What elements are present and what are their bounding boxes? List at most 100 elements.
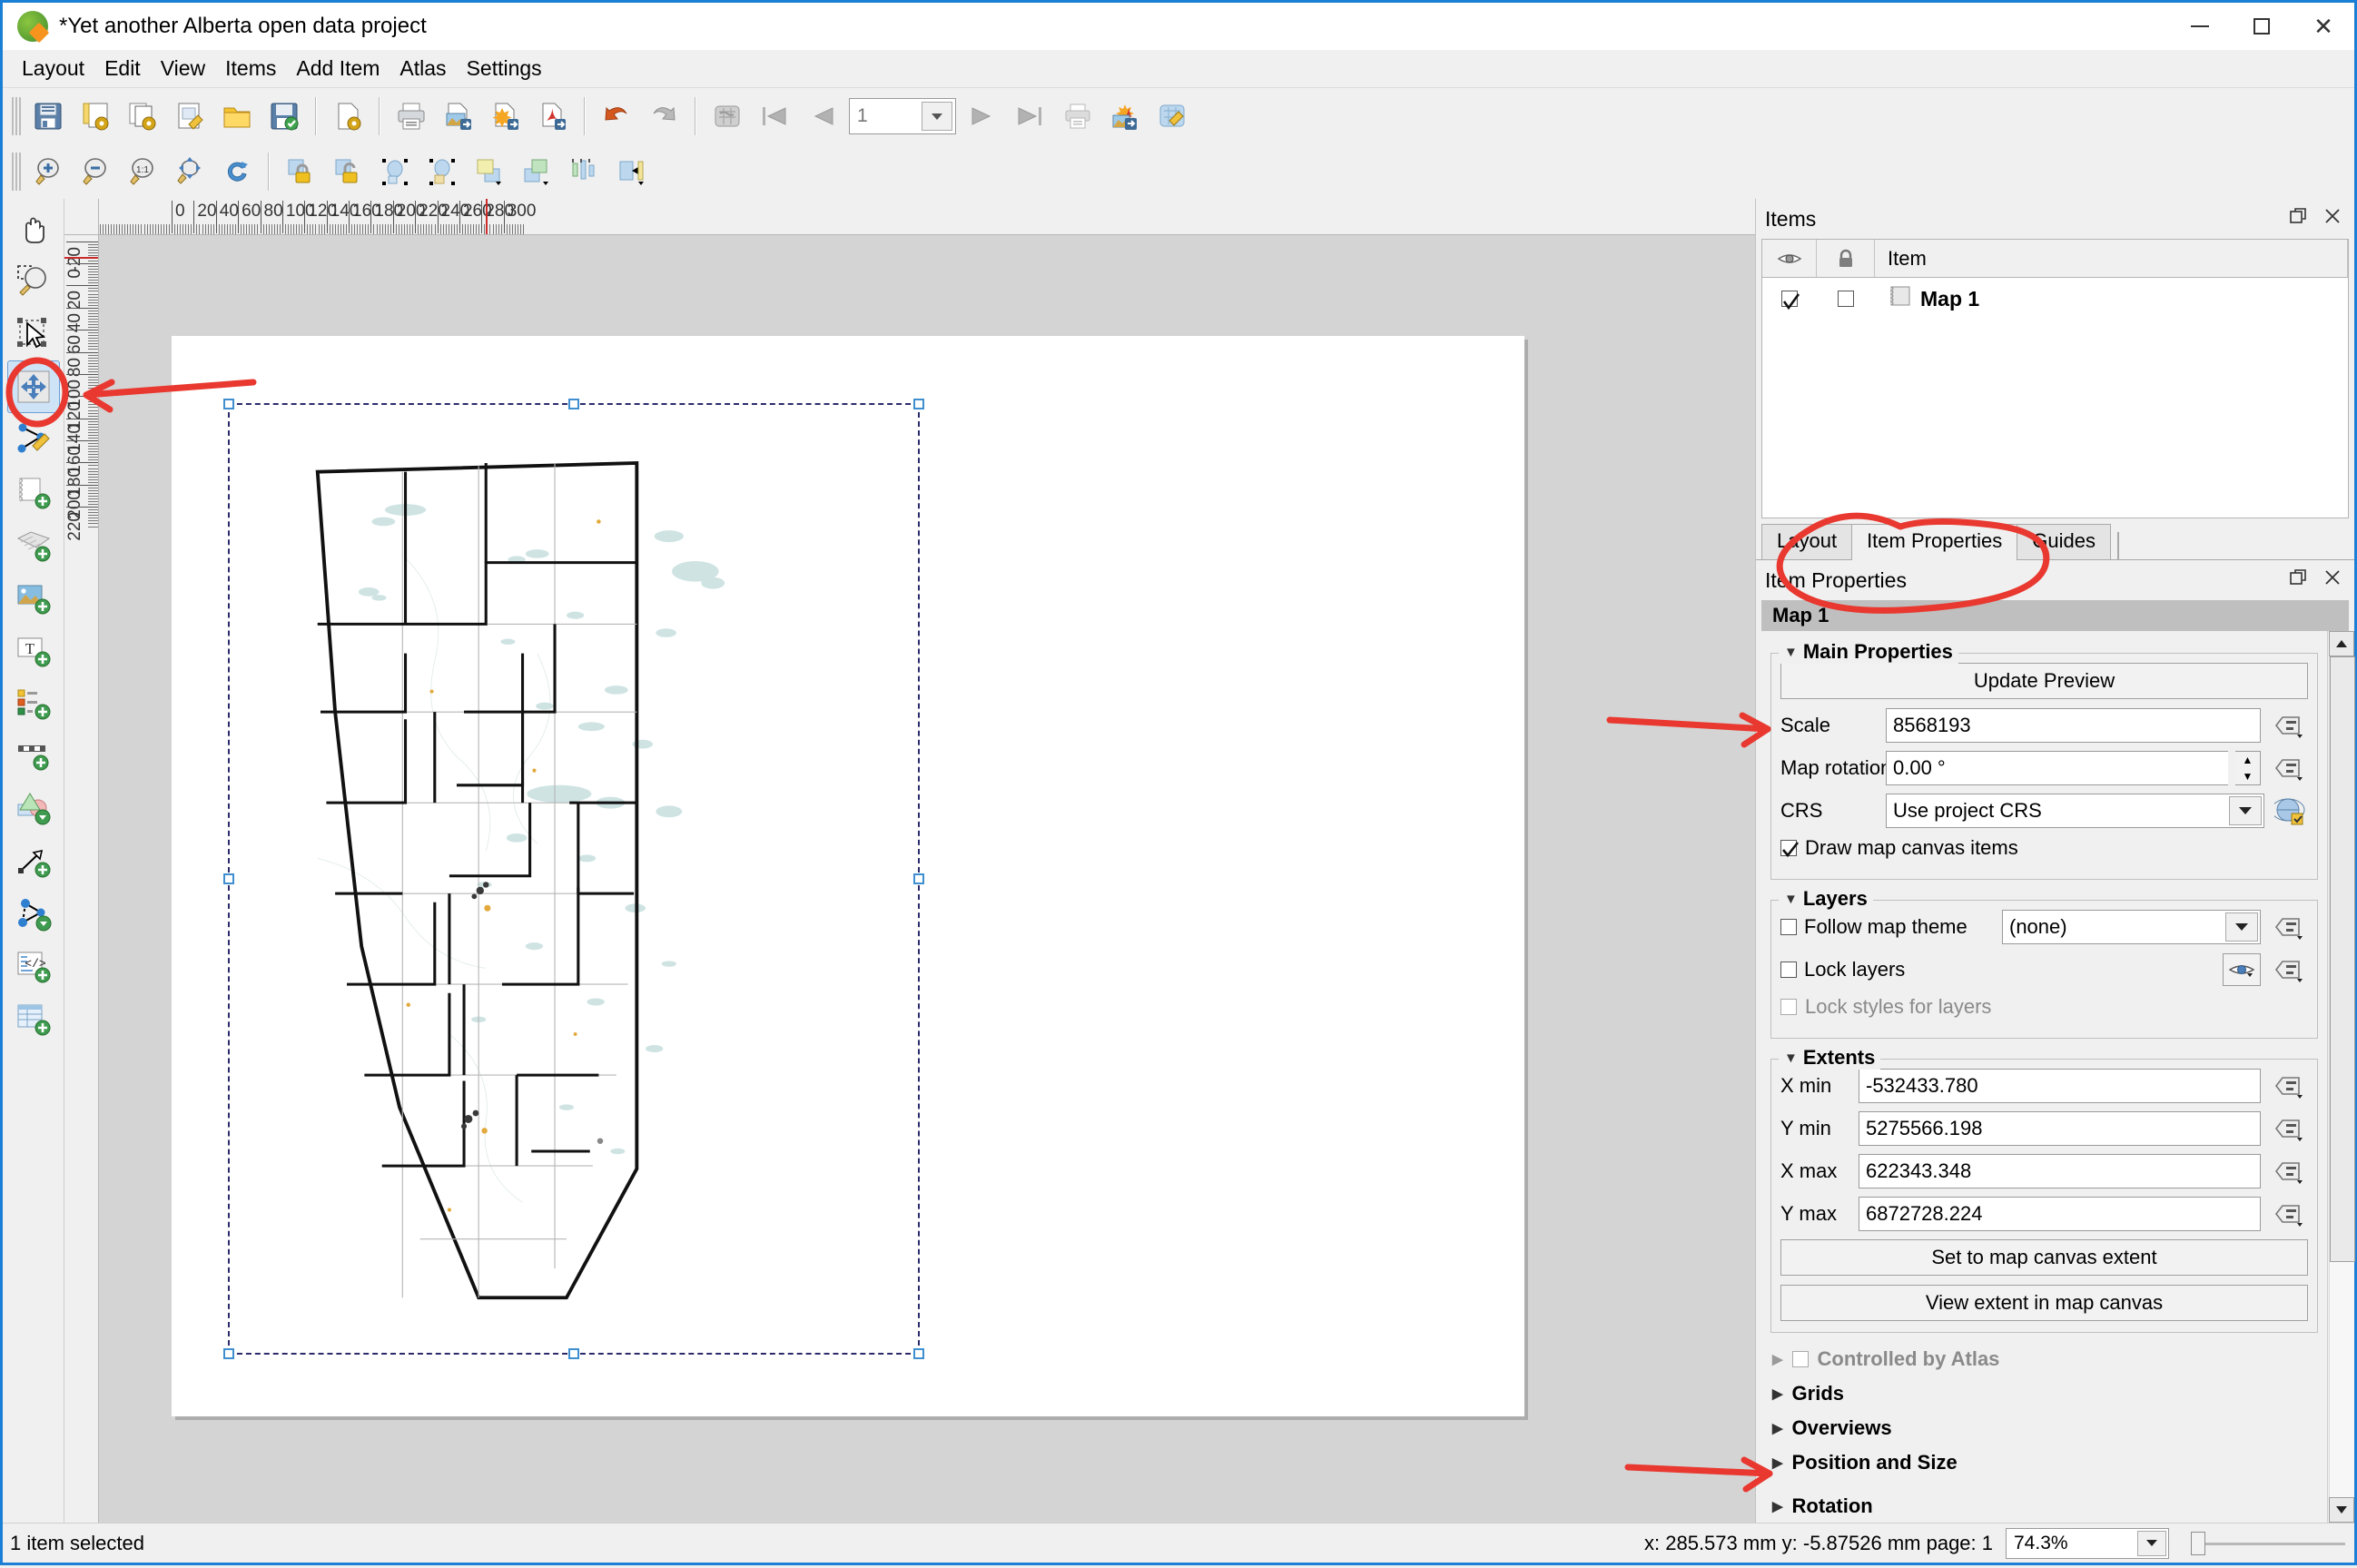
zoom-tool[interactable] [7,255,60,308]
lock-layers-checkbox[interactable] [1780,962,1797,978]
group-items-button[interactable] [371,148,419,195]
close-icon[interactable] [2323,568,2342,592]
y-max-input[interactable]: 6872728.224 [1859,1197,2261,1231]
y-min-data-defined-button[interactable] [2268,1111,2308,1146]
add-3d-map-tool[interactable] [7,518,60,571]
map-theme-combo[interactable]: (none) [2002,910,2261,944]
align-left-button[interactable] [560,148,607,195]
zoom-to-fit-button[interactable] [166,148,213,195]
menu-items[interactable]: Items [215,53,286,84]
resize-handle-n[interactable] [568,399,579,409]
zoom-in-button[interactable] [25,148,72,195]
atlas-first-button[interactable] [751,93,798,140]
layout-page[interactable] [172,336,1524,1416]
draw-map-canvas-items-checkbox[interactable] [1780,840,1797,856]
select-crs-button[interactable] [2272,794,2308,828]
zoom-slider[interactable] [2182,1528,2345,1559]
new-from-template-button[interactable] [324,93,371,140]
menu-view[interactable]: View [151,53,215,84]
edit-nodes-tool[interactable] [7,413,60,466]
column-header-item[interactable]: Item [1875,240,2348,277]
unlock-items-button[interactable] [324,148,371,195]
add-scalebar-tool[interactable] [7,729,60,782]
print-button[interactable] [388,93,435,140]
update-preview-button[interactable]: Update Preview [1780,663,2308,699]
map-rotation-data-defined-button[interactable] [2268,751,2308,785]
zoom-slider-thumb[interactable] [2191,1532,2205,1555]
menu-edit[interactable]: Edit [94,53,151,84]
vertical-ruler[interactable]: -20020406080100120140160180200220 [64,235,99,1523]
zoom-out-button[interactable] [72,148,119,195]
section-grids[interactable]: ▶ Grids [1765,1376,2323,1411]
x-max-input[interactable]: 622343.348 [1859,1154,2261,1188]
follow-map-theme-checkbox[interactable] [1780,919,1797,935]
map-rotation-input[interactable]: 0.00 ° [1886,751,2228,785]
pan-layout-tool[interactable] [7,202,60,255]
chevron-down-icon[interactable] [2137,1531,2166,1556]
export-pdf-button[interactable] [529,93,577,140]
align-center-button[interactable] [607,148,655,195]
map-item-map-1[interactable] [228,403,920,1355]
set-layer-list-button[interactable] [2223,953,2261,986]
add-html-tool[interactable]: </> [7,940,60,992]
add-label-tool[interactable]: T [7,624,60,676]
crs-combo[interactable]: Use project CRS [1886,794,2264,828]
undo-button[interactable] [593,93,640,140]
main-properties-title-row[interactable]: ▼ Main Properties [1779,640,1958,664]
scroll-down-button[interactable] [2329,1497,2354,1523]
horizontal-ruler[interactable]: 0204060801001201401601802002202402602803… [99,199,1755,235]
y-max-data-defined-button[interactable] [2268,1197,2308,1231]
draw-map-canvas-items-row[interactable]: Draw map canvas items [1780,836,2308,860]
column-header-lock[interactable] [1817,240,1875,277]
minimize-button[interactable] [2169,3,2231,50]
atlas-next-button[interactable] [960,93,1007,140]
resize-handle-ne[interactable] [913,399,924,409]
add-picture-tool[interactable] [7,571,60,624]
map-theme-data-defined-button[interactable] [2268,910,2308,944]
atlas-print-button[interactable] [1054,93,1101,140]
resize-handle-nw[interactable] [223,399,234,409]
menu-layout[interactable]: Layout [12,53,94,84]
lock-items-button[interactable] [277,148,324,195]
scale-input[interactable]: 8568193 [1886,708,2261,743]
resize-handle-s[interactable] [568,1348,579,1359]
x-max-data-defined-button[interactable] [2268,1154,2308,1188]
layers-title-row[interactable]: ▼ Layers [1779,887,1873,911]
section-overviews[interactable]: ▶ Overviews [1765,1411,2323,1445]
scrollbar-thumb[interactable] [2330,656,2355,1262]
chevron-down-icon[interactable] [2229,796,2262,825]
select-move-item-tool[interactable] [7,308,60,360]
scale-data-defined-button[interactable] [2268,708,2308,743]
scrollbar-track[interactable] [2329,656,2354,1497]
maximize-button[interactable] [2231,3,2293,50]
save-layout-button[interactable] [25,93,72,140]
row-item-name[interactable]: Map 1 [1875,285,2348,312]
duplicate-layout-button[interactable] [119,93,166,140]
set-to-map-canvas-extent-button[interactable]: Set to map canvas extent [1780,1239,2308,1276]
atlas-page-combo[interactable]: 1 [849,98,956,134]
menu-atlas[interactable]: Atlas [390,53,456,84]
close-button[interactable]: ✕ [2293,3,2354,50]
section-position-and-size[interactable]: ▶ Position and Size [1765,1445,2323,1480]
layout-manager-button[interactable] [166,93,213,140]
resize-handle-w[interactable] [223,873,234,884]
row-lock-checkbox[interactable] [1817,291,1875,307]
zoom-1-1-button[interactable]: 1:1 [119,148,166,195]
atlas-preview-button[interactable] [704,93,751,140]
scroll-up-button[interactable] [2329,631,2354,656]
undock-icon[interactable] [2289,207,2307,231]
add-node-item-tool[interactable] [7,887,60,940]
undock-icon[interactable] [2289,568,2307,592]
ungroup-items-button[interactable] [419,148,466,195]
atlas-export-image-button[interactable] [1101,93,1149,140]
toolbar-grip[interactable] [12,153,21,191]
atlas-settings-button[interactable] [1149,93,1196,140]
row-visibility-checkbox[interactable] [1762,291,1817,307]
y-min-input[interactable]: 5275566.198 [1859,1111,2261,1146]
save-template-button[interactable] [261,93,308,140]
resize-handle-e[interactable] [913,873,924,884]
add-shape-tool[interactable] [7,782,60,834]
layout-scene[interactable] [99,235,1755,1523]
x-min-input[interactable]: -532433.780 [1859,1069,2261,1103]
add-map-tool[interactable] [7,466,60,518]
